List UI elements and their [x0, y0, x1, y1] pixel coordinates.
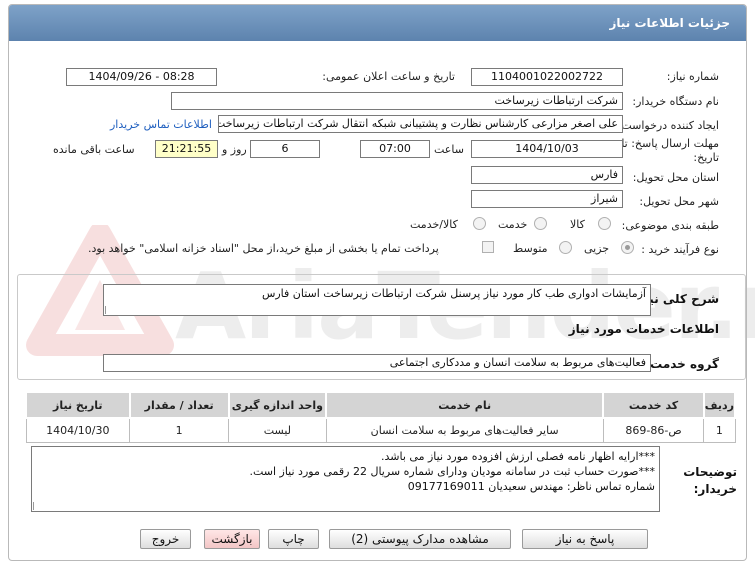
reply-button[interactable]: پاسخ به نیاز	[522, 529, 648, 549]
treasury-payment-checkbox[interactable]	[482, 241, 494, 253]
cell-qty: 1	[129, 417, 230, 443]
note-line: ***ارایه اظهار نامه فصلی ارزش افزوده مور…	[381, 450, 655, 463]
days-remaining-field: 6	[250, 140, 320, 158]
col-date-header: تاریخ نیاز	[25, 391, 131, 419]
cell-row: 1	[703, 417, 736, 443]
announce-datetime-label: تاریخ و ساعت اعلان عمومی:	[322, 70, 455, 83]
province-label: استان محل تحویل:	[632, 171, 719, 184]
col-name-header: نام خدمت	[324, 391, 605, 419]
cell-code: ص-86-869	[602, 417, 705, 443]
buyer-org-label: نام دستگاه خریدار:	[632, 95, 719, 108]
province-field: فارس	[471, 166, 623, 184]
city-field: شیراز	[471, 190, 623, 208]
resize-grip-icon[interactable]	[33, 502, 41, 510]
col-row-header: ردیف	[702, 391, 737, 419]
need-number-label: شماره نیاز:	[666, 70, 719, 83]
exit-button[interactable]: خروج	[140, 529, 191, 549]
cell-name: سایر فعالیت‌های مربوط به سلامت انسان	[325, 417, 604, 443]
col-qty-header: تعداد / مقدار	[128, 391, 230, 419]
category-goods-label: کالا	[570, 218, 585, 231]
col-unit-header: واحد اندازه گیری	[227, 391, 328, 419]
category-service-label: خدمت	[498, 218, 528, 231]
remaining-time-label: ساعت باقی مانده	[53, 143, 135, 156]
buyer-notes-field: ***ارایه اظهار نامه فصلی ارزش افزوده مور…	[31, 446, 660, 512]
category-both-label: کالا/خدمت	[410, 218, 458, 231]
table-header-row: ردیف کد خدمت نام خدمت واحد اندازه گیری ت…	[25, 391, 737, 419]
category-label: طبقه بندی موضوعی:	[621, 219, 719, 232]
resize-grip-icon[interactable]	[105, 306, 113, 314]
days-label: روز و	[222, 143, 247, 156]
buyer-org-field: شرکت ارتباطات زیرساخت	[171, 92, 623, 110]
process-medium-label: متوسط	[513, 242, 548, 255]
deadline-date-field: 1404/10/03	[471, 140, 623, 158]
print-button[interactable]: چاپ	[268, 529, 319, 549]
process-minor-radio[interactable]	[621, 241, 634, 254]
process-medium-radio[interactable]	[559, 241, 572, 254]
deadline-time-label: ساعت	[434, 143, 464, 156]
buyer-notes-label: توضیحات خریدار:	[683, 465, 737, 496]
services-table: ردیف کد خدمت نام خدمت واحد اندازه گیری ت…	[25, 391, 737, 443]
cell-date: 1404/10/30	[25, 417, 131, 443]
city-label: شهر محل تحویل:	[639, 195, 719, 208]
back-button[interactable]: بازگشت	[204, 529, 260, 549]
note-line: شماره تماس ناظر: مهندس سعیدیان 091771690…	[407, 480, 655, 493]
note-line: ***صورت حساب ثبت در سامانه مودیان ودارای…	[249, 465, 655, 478]
panel-header: جزئیات اطلاعات نیاز	[9, 5, 746, 41]
remaining-time-field: 21:21:55	[155, 140, 218, 158]
services-title: اطلاعات خدمات مورد نیاز	[568, 322, 719, 336]
table-row: 1 ص-86-869 سایر فعالیت‌های مربوط به سلام…	[25, 417, 736, 443]
col-code-header: کد خدمت	[602, 391, 705, 419]
requester-field: علی اصغر مزارعی کارشناس نظارت و پشتیبانی…	[218, 115, 623, 133]
service-group-field: فعالیت‌های مربوط به سلامت انسان و مددکار…	[103, 354, 651, 372]
description-field: آزمایشات ادواری طب کار مورد نیاز پرسنل ش…	[103, 284, 651, 316]
attachments-button[interactable]: مشاهده مدارک پیوستی (2)	[329, 529, 511, 549]
need-number-field: 1104001022002722	[471, 68, 623, 86]
process-minor-label: جزیی	[584, 242, 610, 255]
deadline-label: مهلت ارسال پاسخ: تا تاریخ:	[621, 137, 719, 164]
category-both-radio[interactable]	[473, 217, 486, 230]
announce-datetime-field: 1404/09/26 - 08:28	[66, 68, 217, 86]
description-text: آزمایشات ادواری طب کار مورد نیاز پرسنل ش…	[261, 287, 646, 300]
category-service-radio[interactable]	[534, 217, 547, 230]
treasury-payment-note: پرداخت تمام یا بخشی از مبلغ خرید،از محل …	[88, 242, 439, 255]
category-goods-radio[interactable]	[598, 217, 611, 230]
requester-label: ایجاد کننده درخواست:	[617, 119, 719, 132]
service-group-label: گروه خدمت:	[645, 357, 719, 371]
deadline-time-field: 07:00	[360, 140, 430, 158]
buyer-contact-link[interactable]: اطلاعات تماس خریدار	[110, 118, 212, 131]
cell-unit: لیست	[228, 417, 327, 443]
panel-title: جزئیات اطلاعات نیاز	[609, 16, 730, 30]
process-type-label: نوع فرآیند خرید :	[641, 243, 719, 256]
